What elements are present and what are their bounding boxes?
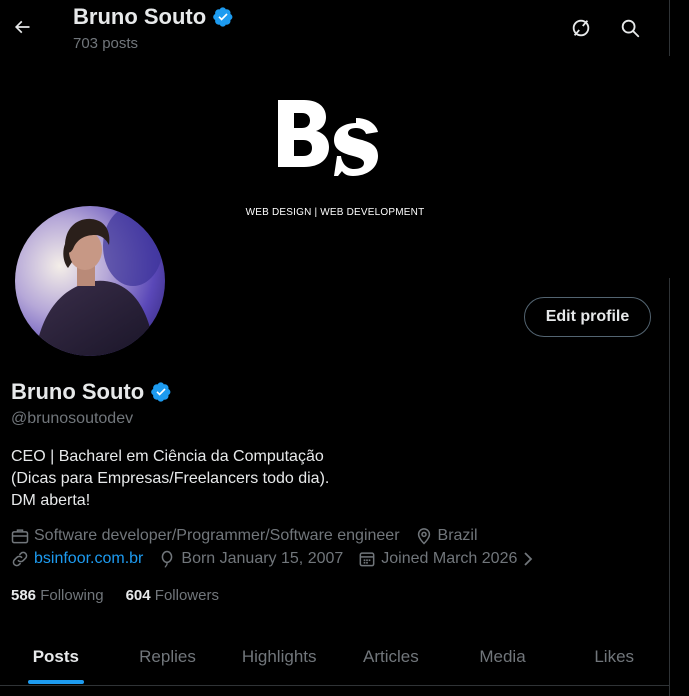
birthday-item: Born January 15, 2007 xyxy=(157,549,343,569)
verified-badge-icon xyxy=(213,7,233,27)
brand-logo xyxy=(278,100,378,176)
profile-meta-row-1: Software developer/Programmer/Software e… xyxy=(10,526,492,546)
posts-count: 703 posts xyxy=(73,35,139,52)
edit-profile-button[interactable]: Edit profile xyxy=(524,297,651,337)
website-link[interactable]: bsinfoor.com.br xyxy=(34,550,143,568)
header-title: Bruno Souto xyxy=(73,4,234,30)
location-item: Brazil xyxy=(414,526,478,546)
verified-badge-icon[interactable] xyxy=(150,381,172,403)
tab-replies[interactable]: Replies xyxy=(112,632,224,682)
following-label: Following xyxy=(40,587,104,604)
follow-stats: 586 Following 604 Followers xyxy=(11,587,219,604)
followers-link[interactable]: 604 Followers xyxy=(126,587,219,604)
profile-avatar[interactable] xyxy=(12,203,168,359)
active-tab-indicator xyxy=(27,680,84,684)
bio-line: CEO | Bacharel em Ciência da Computação xyxy=(11,448,324,465)
location-pin-icon xyxy=(417,528,430,545)
top-bar: Bruno Souto 703 posts xyxy=(0,0,670,56)
grok-icon xyxy=(572,19,590,37)
profile-meta-row-2: bsinfoor.com.br Born January 15, 2007 Jo… xyxy=(10,549,549,569)
search-button[interactable] xyxy=(614,12,646,44)
link-icon xyxy=(12,551,28,567)
birthday-text: Born January 15, 2007 xyxy=(181,550,344,567)
tab-label: Media xyxy=(479,647,526,666)
tab-label: Articles xyxy=(362,647,419,666)
location-text: Brazil xyxy=(437,527,478,544)
tab-label: Posts xyxy=(32,647,79,666)
bio-line: (Dicas para Empresas/Freelancers todo di… xyxy=(11,470,330,487)
profile-page: Bruno Souto 703 posts WEB DESIGN | WEB D… xyxy=(0,0,670,696)
tab-label: Replies xyxy=(139,647,196,666)
tab-highlights[interactable]: Highlights xyxy=(223,632,335,682)
joined-text: Joined March 2026 xyxy=(381,550,518,567)
chevron-right-icon xyxy=(524,552,533,566)
balloon-icon xyxy=(162,550,173,568)
tab-likes[interactable]: Likes xyxy=(558,632,670,682)
followers-label: Followers xyxy=(154,587,219,604)
tab-articles[interactable]: Articles xyxy=(335,632,447,682)
profile-handle: @brunosoutodev xyxy=(11,410,134,427)
website-item: bsinfoor.com.br xyxy=(10,549,143,569)
followers-count: 604 xyxy=(125,587,151,604)
back-button[interactable] xyxy=(8,10,36,44)
search-icon xyxy=(621,19,640,38)
following-link[interactable]: 586 Following xyxy=(11,587,104,604)
profession-text: Software developer/Programmer/Software e… xyxy=(34,527,400,544)
back-arrow-icon xyxy=(14,20,30,34)
tabs-divider xyxy=(0,685,670,686)
following-count: 586 xyxy=(11,587,37,604)
profile-tabs: Posts Replies Highlights Articles Media … xyxy=(0,632,670,684)
profession-item: Software developer/Programmer/Software e… xyxy=(10,526,400,546)
bio-line: DM aberta! xyxy=(11,492,91,509)
profile-name: Bruno Souto xyxy=(11,379,145,404)
profile-bio: CEO | Bacharel em Ciência da Computação … xyxy=(11,446,329,512)
avatar-photo xyxy=(15,206,165,356)
briefcase-icon xyxy=(11,529,29,544)
tab-media[interactable]: Media xyxy=(447,632,559,682)
joined-item[interactable]: Joined March 2026 xyxy=(357,549,535,569)
tab-label: Likes xyxy=(594,647,635,666)
grok-button[interactable] xyxy=(565,12,597,44)
tab-posts[interactable]: Posts xyxy=(0,632,112,684)
header-name: Bruno Souto xyxy=(73,4,207,29)
profile-name-row: Bruno Souto xyxy=(11,379,172,405)
tab-label: Highlights xyxy=(241,647,317,666)
calendar-icon xyxy=(359,552,375,567)
